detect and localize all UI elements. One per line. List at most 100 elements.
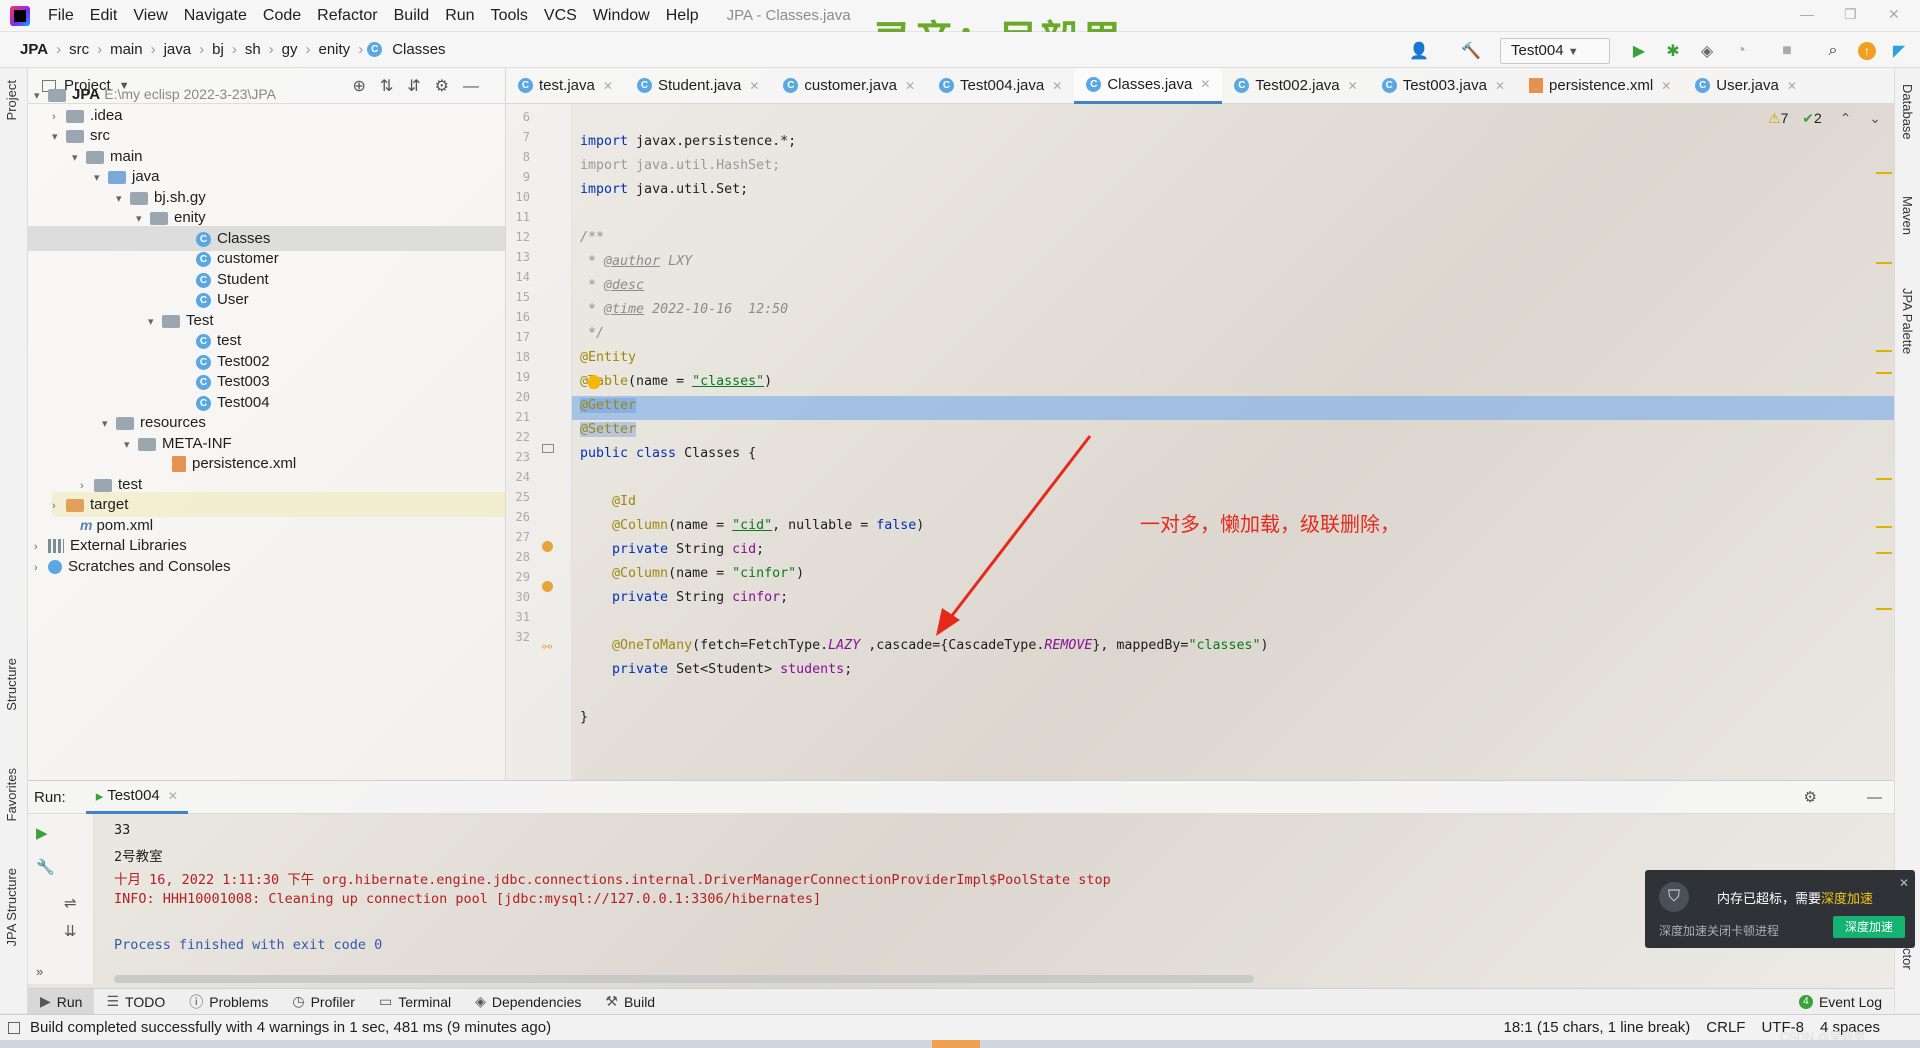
breadcrumb-src[interactable]: src — [65, 41, 93, 58]
search-icon[interactable]: ⌕ — [1822, 40, 1844, 62]
code-line-22[interactable]: @Id — [580, 494, 636, 509]
more-icon[interactable]: » — [36, 964, 43, 979]
close-icon[interactable]: ✕ — [1052, 79, 1062, 93]
close-icon[interactable]: ✕ — [168, 789, 178, 803]
menu-window[interactable]: Window — [585, 7, 658, 25]
tab-test004-java[interactable]: C Test004.java ✕ — [927, 68, 1074, 104]
tool-tab-run[interactable]: ▶ Run — [28, 988, 95, 1015]
code-line-24[interactable]: private String cid; — [580, 542, 764, 557]
tab-student-java[interactable]: C Student.java ✕ — [625, 68, 771, 104]
code-line-31[interactable]: } — [580, 710, 588, 725]
menu-tools[interactable]: Tools — [483, 7, 536, 25]
run-icon[interactable]: ▶ — [1628, 40, 1650, 62]
close-icon[interactable]: ✕ — [1200, 77, 1210, 91]
tool-tab-terminal[interactable]: ▭ Terminal — [367, 989, 463, 1015]
toggle-tool-windows-icon[interactable] — [8, 1021, 20, 1034]
close-window-icon[interactable]: ✕ — [1888, 6, 1900, 23]
code-line-19[interactable]: @Setter — [580, 422, 637, 437]
code-line-12[interactable]: * @author LXY — [580, 254, 692, 269]
tree-item-scratches[interactable]: › Scratches and Consoles — [34, 554, 231, 579]
tab-test002-java[interactable]: C Test002.java ✕ — [1222, 68, 1369, 104]
gear-icon[interactable]: ⚙ — [1804, 788, 1817, 806]
line-separator[interactable]: CRLF — [1706, 1019, 1745, 1036]
detector-tool-tab[interactable]: ctor — [1900, 948, 1915, 970]
code-line-14[interactable]: * @time 2022-10-16 12:50 — [580, 302, 788, 317]
code-line-26[interactable]: private String cinfor; — [580, 590, 788, 605]
tab-test-java[interactable]: Ctest.java ✕ — [506, 68, 625, 104]
tool-tab-profiler[interactable]: ◷ Profiler — [280, 989, 367, 1015]
menu-vcs[interactable]: VCS — [536, 7, 585, 25]
code-line-28[interactable]: @OneToMany(fetch=FetchType.LAZY ,cascade… — [580, 638, 1269, 653]
breadcrumb-bj[interactable]: bj — [208, 41, 228, 58]
tab-user-java[interactable]: C User.java ✕ — [1683, 68, 1809, 104]
breadcrumb-java[interactable]: java — [160, 41, 196, 58]
hide-panel-icon[interactable]: — — [1867, 789, 1882, 806]
tool-tab-event-log[interactable]: 4 Event Log — [1787, 989, 1894, 1015]
code-line-23[interactable]: @Column(name = "cid", nullable = false) — [580, 518, 924, 533]
menu-build[interactable]: Build — [386, 7, 438, 25]
code-line-9[interactable]: import java.util.Set; — [580, 182, 748, 197]
tab-test003-java[interactable]: C Test003.java ✕ — [1370, 68, 1517, 104]
breadcrumb-classes[interactable]: Classes — [388, 41, 449, 58]
status-message[interactable]: Build completed successfully with 4 warn… — [30, 1019, 551, 1036]
minimize-icon[interactable]: — — [1800, 6, 1814, 22]
breadcrumb-project[interactable]: JPA — [16, 41, 52, 58]
build-hammer-icon[interactable]: 🔨 — [1460, 40, 1482, 62]
plugin-icon[interactable]: ◤ — [1888, 40, 1910, 62]
breadcrumb-sh[interactable]: sh — [241, 41, 265, 58]
maven-tool-tab[interactable]: Maven — [1900, 196, 1915, 235]
intention-bulb-icon[interactable] — [588, 375, 600, 389]
chevron-down-icon[interactable]: ⌄ — [1869, 110, 1881, 126]
tool-tab-todo[interactable]: ☰ TODO — [94, 989, 177, 1015]
user-icon[interactable]: 👤 — [1408, 40, 1430, 62]
tree-item-persistence-xml[interactable]: persistence.xml — [172, 451, 296, 476]
close-icon[interactable]: ✕ — [1899, 876, 1909, 890]
tree-item-test004[interactable]: C Test004 — [196, 390, 270, 415]
menu-edit[interactable]: Edit — [82, 7, 126, 25]
close-icon[interactable]: ✕ — [1348, 79, 1358, 93]
menu-help[interactable]: Help — [658, 7, 707, 25]
menu-code[interactable]: Code — [255, 7, 309, 25]
code-line-29[interactable]: private Set<Student> students; — [580, 662, 852, 677]
wrench-icon[interactable]: 🔧 — [36, 858, 55, 876]
field-gutter-icon[interactable] — [542, 581, 553, 592]
console-horizontal-scrollbar[interactable] — [114, 975, 1254, 983]
inspections-widget[interactable]: ⚠7 ✔2 ⌃ ⌄ — [1768, 110, 1881, 127]
project-tool-tab[interactable]: Project — [4, 80, 19, 120]
jpa-palette-tool-tab[interactable]: JPA Palette — [1900, 288, 1915, 354]
close-icon[interactable]: ✕ — [749, 79, 759, 93]
menu-refactor[interactable]: Refactor — [309, 7, 385, 25]
tab-persistence-xml[interactable]: persistence.xml ✕ — [1517, 68, 1683, 104]
code-line-11[interactable]: /** — [580, 230, 604, 245]
tab-classes-java[interactable]: C Classes.java ✕ — [1074, 67, 1223, 104]
scroll-to-end-icon[interactable]: ⇊ — [64, 922, 77, 940]
close-icon[interactable]: ✕ — [1661, 79, 1671, 93]
structure-tool-tab[interactable]: Structure — [4, 658, 19, 711]
stop-icon[interactable]: ■ — [1776, 40, 1798, 62]
favorites-tool-tab[interactable]: Favorites — [4, 768, 19, 821]
close-icon[interactable]: ✕ — [1787, 79, 1797, 93]
soft-wrap-icon[interactable]: ⇌ — [64, 894, 77, 912]
chevron-up-icon[interactable]: ⌃ — [1840, 110, 1852, 126]
relation-gutter-icon[interactable]: ⚯ — [542, 640, 552, 654]
breadcrumb-enity[interactable]: enity — [315, 41, 355, 58]
menu-run[interactable]: Run — [437, 7, 482, 25]
caret-position[interactable]: 18:1 (15 chars, 1 line break) — [1504, 1019, 1691, 1036]
code-line-8[interactable]: import java.util.HashSet; — [580, 158, 780, 173]
run-tab-test004[interactable]: ▸ Test004 ✕ — [85, 780, 188, 814]
code-line-25[interactable]: @Column(name = "cinfor") — [580, 566, 804, 581]
menu-navigate[interactable]: Navigate — [176, 7, 255, 25]
project-toolbar-icons[interactable]: ⊕⇅⇵⚙— — [352, 76, 493, 96]
code-line-18[interactable]: @Getter — [580, 398, 637, 413]
coverage-icon[interactable]: ◈ — [1696, 40, 1718, 62]
code-line-17[interactable]: @Table(name = "classes") — [580, 374, 772, 389]
close-icon[interactable]: ✕ — [905, 79, 915, 93]
tool-tab-problems[interactable]: ⓘ Problems — [177, 989, 280, 1015]
profile-icon[interactable]: ◔ — [1730, 40, 1752, 62]
code-line-7[interactable]: import javax.persistence.*; — [580, 134, 796, 149]
code-line-13[interactable]: * @desc — [580, 278, 644, 293]
update-icon[interactable]: ↑ — [1856, 40, 1878, 62]
code-line-20[interactable]: public class Classes { — [580, 446, 756, 461]
tab-customer-java[interactable]: Ccustomer.java ✕ — [771, 68, 927, 104]
code-line-15[interactable]: */ — [580, 326, 604, 341]
